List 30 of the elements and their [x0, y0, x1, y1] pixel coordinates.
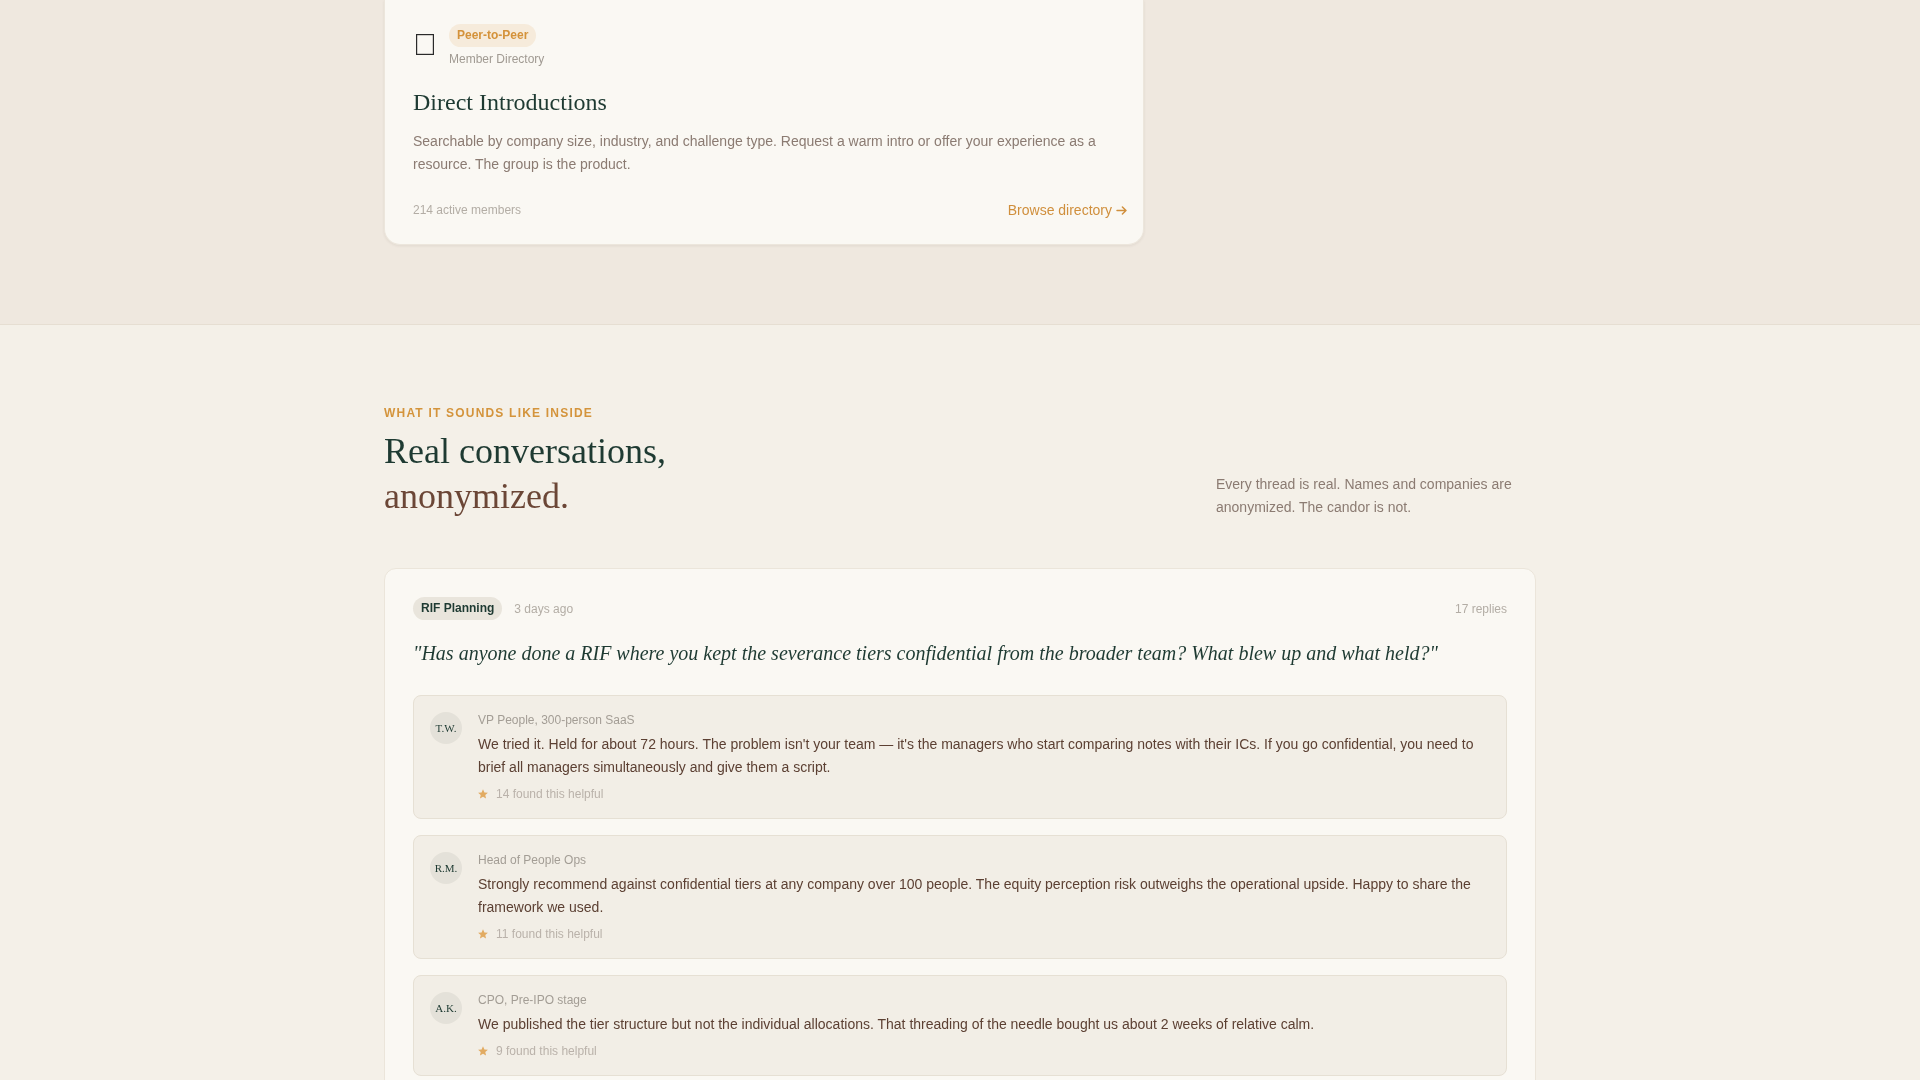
section-eyebrow: WHAT IT SOUNDS LIKE INSIDE: [384, 405, 593, 421]
avatar-initials: A.K.: [430, 992, 462, 1024]
member-count: 214 active members: [413, 202, 522, 219]
reply-author-role: VP People, 300-person SaaS: [478, 712, 636, 728]
post-time: 3 days ago: [514, 600, 574, 617]
category-label: Member Directory: [449, 51, 545, 67]
card-title: Direct Introductions: [413, 88, 608, 117]
helpful-count: 14 found this helpful: [496, 786, 604, 802]
arrow-right-icon: [1116, 205, 1127, 215]
reply-author-role: Head of People Ops: [478, 852, 588, 868]
reply-text: Strongly recommend against confidential tiers at any company over 100 people. The equity perception risk outweighs the operational upside. Happy to share the framework we used.: [478, 875, 1472, 917]
browse-directory-link[interactable]: Browse directory: [1007, 200, 1127, 220]
reply-author-role: CPO, Pre-IPO stage: [478, 992, 588, 1008]
category-badge: Peer-to-Peer: [449, 24, 537, 47]
card-description: Searchable by company size, industry, and challenge type. Request a warm intro or offer your experience as a resource. The group is the product.: [413, 132, 1097, 174]
star-icon: [478, 1046, 488, 1056]
section-heading: Real conversations, anonymized.: [384, 430, 666, 518]
star-icon: [478, 789, 488, 799]
reply-count: 17 replies: [1454, 600, 1507, 617]
avatar-initials: T.W.: [430, 712, 462, 744]
rectangle-icon: [416, 34, 434, 55]
helpful-count: 11 found this helpful: [496, 926, 603, 942]
topic-tag: RIF Planning: [413, 597, 503, 620]
thread-question: "Has anyone done a RIF where you kept the severance tiers confidential from the broader team? What blew up and what held?": [413, 641, 1439, 667]
helpful-count: 9 found this helpful: [496, 1043, 597, 1059]
avatar-initials: R.M.: [430, 852, 462, 884]
star-icon: [478, 929, 488, 939]
section-note: Every thread is real. Names and companies are anonymized. The candor is not.: [1216, 475, 1513, 517]
reply-text: We tried it. Held for about 72 hours. The problem isn't your team — it's the managers who start comparing notes with their ICs. If you go confidential, you need to brief all managers simultaneously and give them a script.: [478, 735, 1475, 777]
reply-text: We published the tier structure but not the individual allocations. That threading of the needle bought us about 2 weeks of relative calm.: [478, 1015, 1315, 1034]
